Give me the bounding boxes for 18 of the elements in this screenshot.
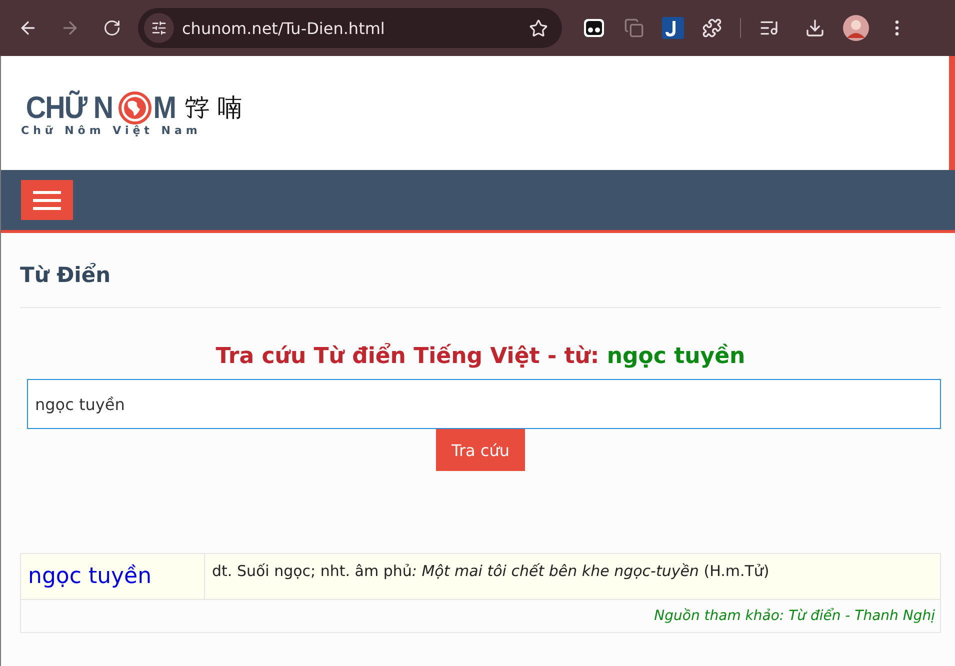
menu-button[interactable] xyxy=(21,180,73,220)
search-field[interactable]: ngọc tuyền xyxy=(27,379,941,429)
page-title: Từ Điển xyxy=(20,263,941,308)
logo-text: CHỮ N xyxy=(26,90,113,125)
logo-han-character: 𡨸 xyxy=(184,92,210,122)
reload-icon[interactable] xyxy=(103,19,121,37)
logo-text: M xyxy=(152,90,176,126)
search-button[interactable]: Tra cứu xyxy=(436,429,526,471)
search-heading: Tra cứu Từ điển Tiếng Việt - từ: ngọc tuyền xyxy=(214,344,746,369)
extension-icon[interactable] xyxy=(662,17,684,39)
globe-icon xyxy=(118,90,152,124)
result-definition: dt. Suối ngọc; nht. âm phủ: Một mai tôi chết bên khe ngọc-tuyền (H.m.Tử) xyxy=(211,561,770,582)
logo-subtitle: Chữ Nôm Việt Nam xyxy=(21,124,202,136)
result-word: ngọc tuyền xyxy=(21,554,205,599)
logo-han-character: 喃 xyxy=(217,93,242,124)
extension-icon[interactable] xyxy=(582,16,606,40)
avatar-icon[interactable] xyxy=(843,15,869,41)
site-info-icon[interactable] xyxy=(144,13,174,43)
